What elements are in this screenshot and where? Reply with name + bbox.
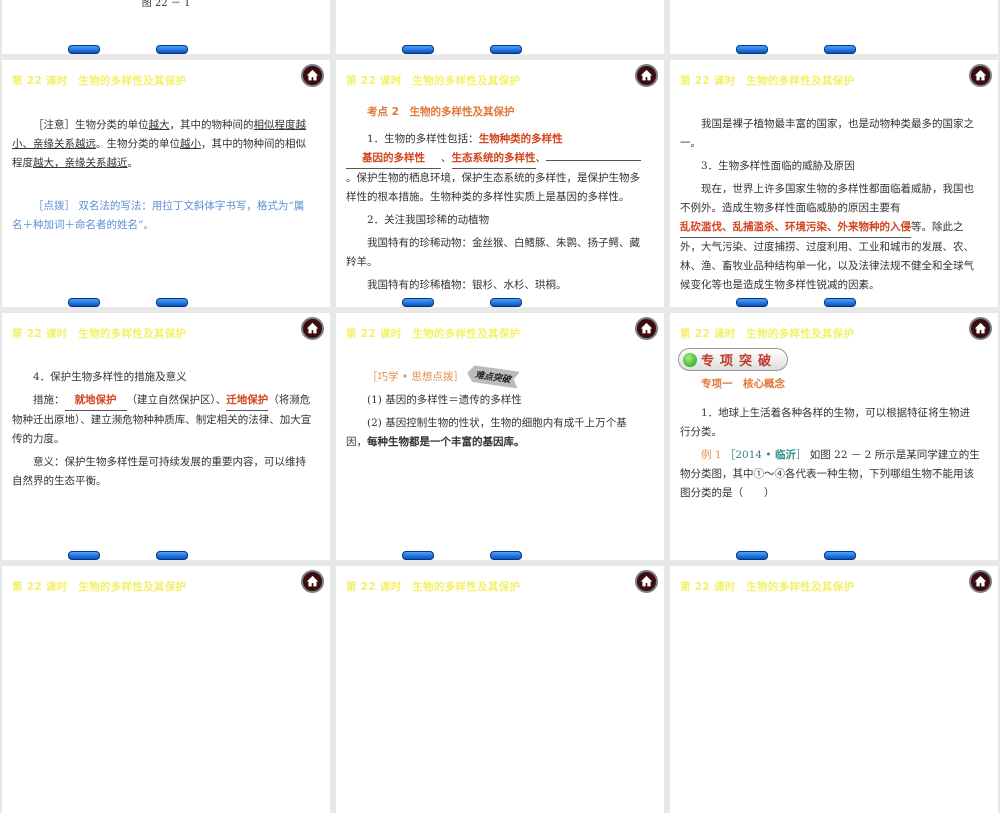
home-button[interactable] bbox=[301, 570, 324, 593]
nav-button-right[interactable] bbox=[490, 298, 522, 307]
slide-header: 第 22 课时 生物的多样性及其保护 bbox=[346, 328, 521, 340]
paragraph: 我国特有的珍稀植物：银杉、水杉、珙桐。 bbox=[367, 279, 567, 291]
home-button[interactable] bbox=[969, 64, 992, 87]
paragraph: 2．关注我国珍稀的动植物 bbox=[367, 214, 490, 226]
paragraph: 3．生物多样性面临的威胁及原因 bbox=[701, 160, 855, 172]
home-icon bbox=[974, 322, 987, 334]
paragraph: (1) 基因的多样性＝遗传的多样性 bbox=[367, 394, 522, 406]
nav-button-left[interactable] bbox=[402, 298, 434, 307]
paragraph: 意义：保护生物多样性是可持续发展的重要内容，可以维持自然界的生态平衡。 bbox=[12, 456, 306, 487]
section-badge: 专项突破 bbox=[678, 348, 789, 371]
home-icon bbox=[306, 69, 319, 81]
slide-thumbnail[interactable]: 第 22 课时 生物的多样性及其保护 专项突破 专项一 核心概念 1．地球上生活… bbox=[670, 313, 998, 560]
paragraph: 措施： 就地保护 （建立自然保护区）、迁地保护（将濒危物种迁出原地）、建立濒危物种种… bbox=[12, 391, 312, 449]
slide-header: 第 22 课时 生物的多样性及其保护 bbox=[680, 75, 855, 87]
paragraph: (2) 基因控制生物的性状，生物的细胞内有成千上万个基因，每种生物都是一个丰富的… bbox=[346, 417, 627, 448]
nav-button-left[interactable] bbox=[68, 551, 100, 560]
slide-header: 第 22 课时 生物的多样性及其保护 bbox=[12, 75, 187, 87]
slide-header: 第 22 课时 生物的多样性及其保护 bbox=[12, 581, 187, 593]
slide-thumbnail[interactable]: 第 22 课时 生物的多样性及其保护 ［巧学 • 思想点拨］ 难点突破 (1) … bbox=[336, 313, 664, 560]
slide-thumbnail[interactable]: 第 22 课时 生物的多样性及其保护 4．保护生物多样性的措施及意义 措施： 就地… bbox=[2, 313, 330, 560]
home-button[interactable] bbox=[635, 570, 658, 593]
nav-button-left[interactable] bbox=[736, 298, 768, 307]
home-icon bbox=[306, 322, 319, 334]
nav-button-right[interactable] bbox=[490, 45, 522, 54]
slide-thumbnail[interactable]: 第 22 课时 生物的多样性及其保护 bbox=[336, 566, 664, 813]
example-paragraph: 例 1 ［2014 • 临沂］ 如图 22 － 2 所示是某同学建立的生物分类图… bbox=[680, 449, 980, 499]
difficulty-sign-icon: 难点突破 bbox=[466, 364, 520, 388]
home-button[interactable] bbox=[635, 64, 658, 87]
section-heading: 考点 2 生物的多样性及其保护 bbox=[367, 106, 515, 118]
nav-button-right[interactable] bbox=[156, 298, 188, 307]
paragraph: 我国是裸子植物最丰富的国家，也是动物种类最多的国家之一。 bbox=[680, 118, 974, 149]
slide-header: 第 22 课时 生物的多样性及其保护 bbox=[346, 75, 521, 87]
nav-button-left[interactable] bbox=[68, 298, 100, 307]
nav-button-right[interactable] bbox=[156, 551, 188, 560]
paragraph: 1．地球上生活着各种各样的生物，可以根据特征将生物进行分类。 bbox=[680, 407, 971, 438]
slide-header: 第 22 课时 生物的多样性及其保护 bbox=[680, 328, 855, 340]
paragraph: 4．保护生物多样性的措施及意义 bbox=[33, 371, 187, 383]
nav-button-right[interactable] bbox=[824, 298, 856, 307]
subheading: 专项一 核心概念 bbox=[701, 378, 785, 390]
nav-button-left[interactable] bbox=[736, 551, 768, 560]
nav-button-right[interactable] bbox=[824, 551, 856, 560]
slide-thumbnail[interactable]: 第 22 课时 生物的多样性及其保护 bbox=[2, 566, 330, 813]
home-button[interactable] bbox=[301, 317, 324, 340]
home-icon bbox=[640, 322, 653, 334]
home-icon bbox=[306, 575, 319, 587]
slide-thumbnail[interactable] bbox=[336, 0, 664, 54]
home-icon bbox=[640, 69, 653, 81]
slide-thumbnail[interactable]: 第 22 课时 生物的多样性及其保护 考点 2 生物的多样性及其保护 1．生物的… bbox=[336, 60, 664, 307]
home-button[interactable] bbox=[635, 317, 658, 340]
paragraph: 我国特有的珍稀动物：金丝猴、白鳍豚、朱鹮、扬子鳄、藏羚羊。 bbox=[346, 237, 640, 268]
nav-button-right[interactable] bbox=[824, 45, 856, 54]
slide-header: 第 22 课时 生物的多样性及其保护 bbox=[346, 581, 521, 593]
paragraph: ［巧学 • 思想点拨］ 难点突破 bbox=[346, 368, 646, 387]
slide-header: 第 22 课时 生物的多样性及其保护 bbox=[12, 328, 187, 340]
slide-thumbnail[interactable] bbox=[670, 0, 998, 54]
tip-paragraph: ［点拨］ 双名法的写法：用拉丁文斜体字书写，格式为“属名＋种加词＋命名者的姓名”… bbox=[12, 200, 305, 231]
slide-thumbnail[interactable]: 第 22 课时 生物的多样性及其保护 bbox=[670, 566, 998, 813]
paragraph: 现在，世界上许多国家生物的多样性都面临着威胁，我国也不例外。造成生物多样性面临威… bbox=[680, 183, 974, 291]
nav-button-right[interactable] bbox=[490, 551, 522, 560]
nav-button-right[interactable] bbox=[156, 45, 188, 54]
nav-button-left[interactable] bbox=[402, 551, 434, 560]
figure-caption: 图 22 － 1 bbox=[141, 0, 191, 9]
paragraph: 1．生物的多样性包括：生物种类的多样性 基因的多样性 、生态系统的多样性、。保护生物… bbox=[346, 133, 641, 203]
slide-thumbnail[interactable]: 图 22 － 1 bbox=[2, 0, 330, 54]
nav-button-left[interactable] bbox=[68, 45, 100, 54]
nav-button-left[interactable] bbox=[402, 45, 434, 54]
slide-thumbnail[interactable]: 第 22 课时 生物的多样性及其保护 我国是裸子植物最丰富的国家，也是动物种类最… bbox=[670, 60, 998, 307]
slide-header: 第 22 课时 生物的多样性及其保护 bbox=[680, 581, 855, 593]
slide-thumbnail[interactable]: 第 22 课时 生物的多样性及其保护 ［注意］生物分类的单位越大，其中的物种间的… bbox=[2, 60, 330, 307]
nav-button-left[interactable] bbox=[736, 45, 768, 54]
home-icon bbox=[640, 575, 653, 587]
home-button[interactable] bbox=[301, 64, 324, 87]
home-button[interactable] bbox=[969, 317, 992, 340]
home-button[interactable] bbox=[969, 570, 992, 593]
green-dot-icon bbox=[683, 353, 697, 367]
home-icon bbox=[974, 69, 987, 81]
home-icon bbox=[974, 575, 987, 587]
note-paragraph: ［注意］生物分类的单位越大，其中的物种间的相似程度越小、亲缘关系越远。生物分类的… bbox=[12, 119, 306, 169]
